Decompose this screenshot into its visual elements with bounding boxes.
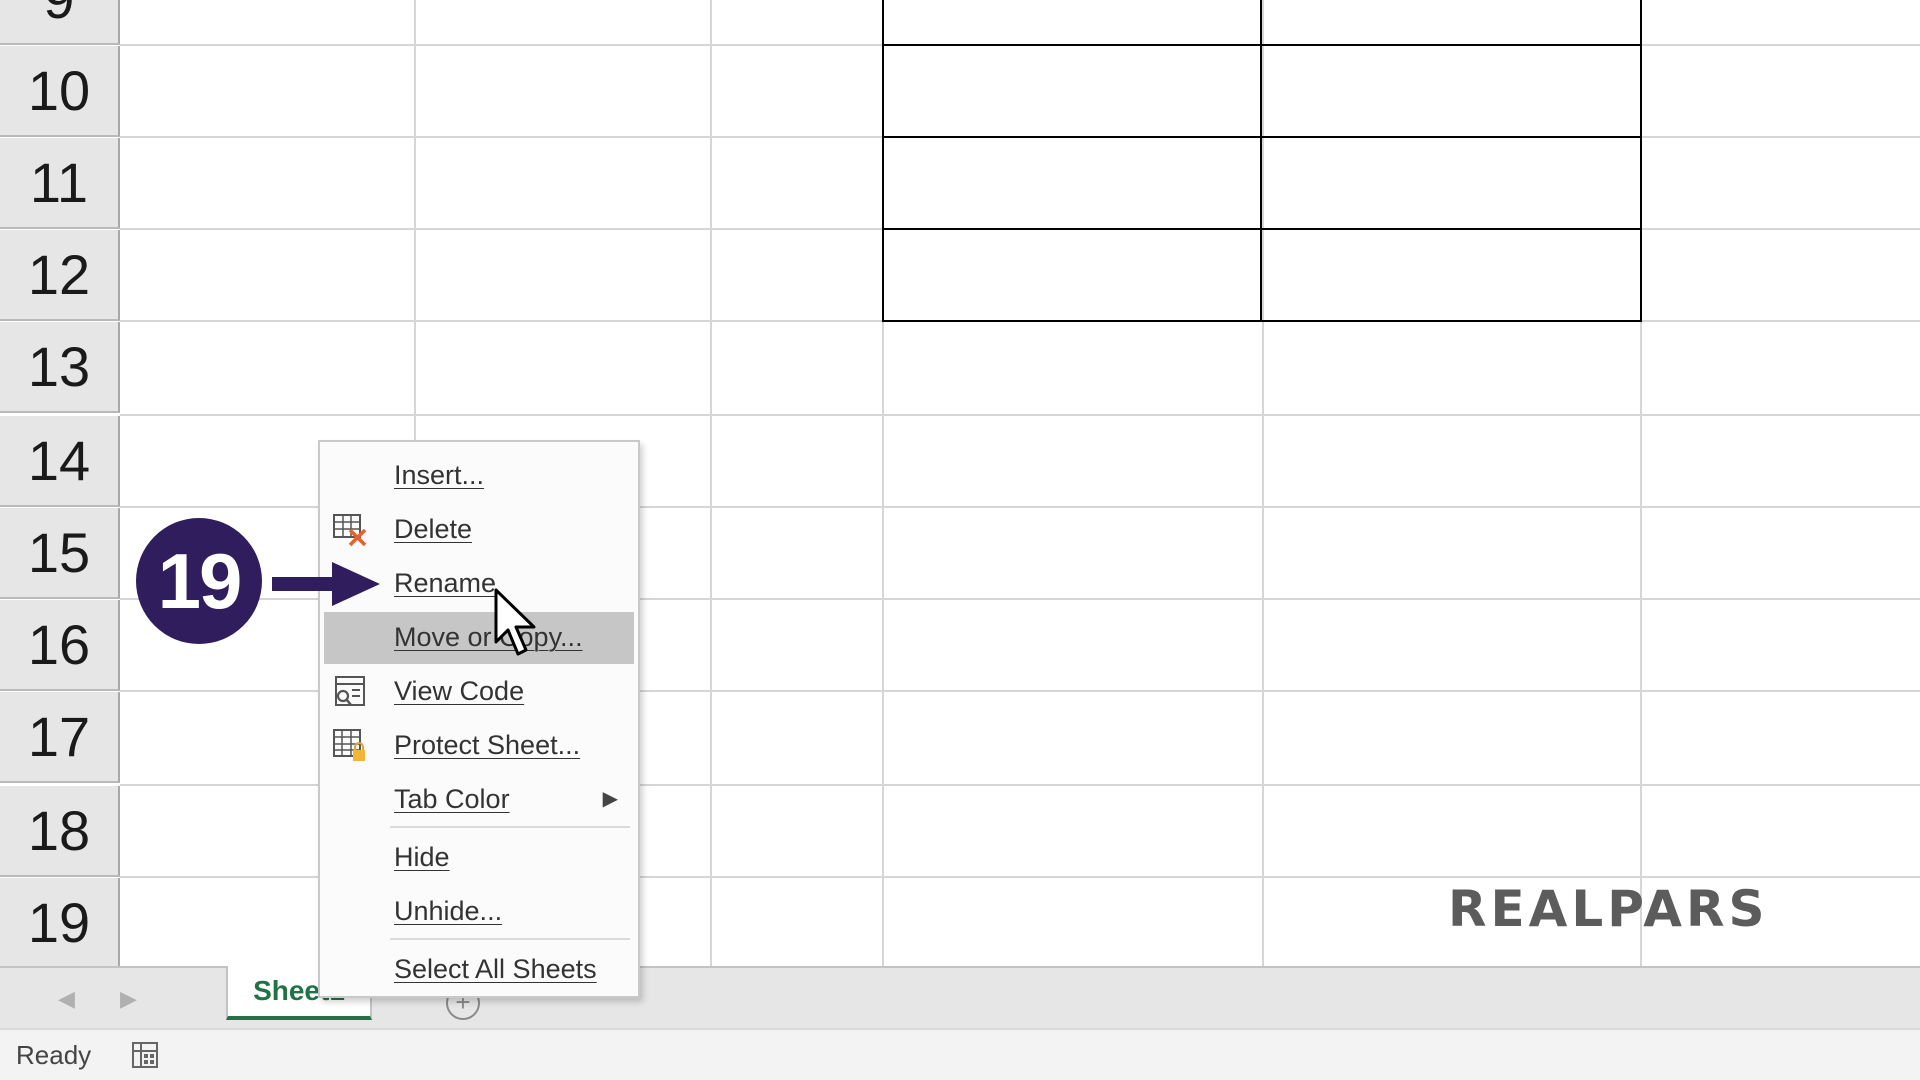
status-text: Ready	[16, 1040, 92, 1070]
scroll-tabs-right-icon[interactable]: ▶	[120, 986, 137, 1012]
column-gridline	[710, 0, 712, 966]
row-number: 9	[43, 0, 74, 31]
row-header-19[interactable]: 19	[0, 878, 120, 966]
menu-item-hide[interactable]: Hide	[324, 832, 634, 884]
protect-sheet-icon	[333, 729, 365, 761]
macro-record-icon[interactable]	[130, 1040, 160, 1070]
status-bar: Ready	[0, 1028, 1920, 1080]
delete-sheet-icon	[333, 514, 367, 547]
menu-item-label: Unhide...	[394, 896, 503, 926]
bordered-cell[interactable]	[882, 228, 1262, 322]
menu-item-move-or-copy[interactable]: Move or Copy...	[324, 612, 634, 664]
row-header-18[interactable]: 18	[0, 786, 120, 877]
menu-item-insert[interactable]: Insert...	[324, 450, 634, 502]
row-number: 14	[27, 429, 91, 492]
menu-separator	[390, 938, 630, 940]
sheet-context-menu: Insert... Delete Rename Move or Copy... …	[318, 440, 640, 998]
menu-item-view-code[interactable]: View Code	[324, 666, 634, 718]
view-code-icon	[335, 676, 365, 706]
row-header-14[interactable]: 14	[0, 416, 120, 507]
menu-item-label: Delete	[394, 514, 473, 544]
row-number: 17	[27, 705, 91, 768]
bordered-cell[interactable]	[1260, 228, 1642, 322]
menu-item-label: Hide	[394, 842, 450, 872]
row-header-17[interactable]: 17	[0, 692, 120, 783]
menu-item-delete[interactable]: Delete	[324, 504, 634, 556]
row-number: 10	[27, 59, 91, 122]
row-number: 11	[29, 151, 89, 214]
row-header-13[interactable]: 13	[0, 322, 120, 413]
menu-item-unhide[interactable]: Unhide...	[324, 886, 634, 938]
realpars-logo: REALPARS	[1448, 880, 1768, 938]
row-header-12[interactable]: 12	[0, 230, 120, 321]
row-number: 18	[27, 799, 91, 862]
menu-item-label: Select All Sheets	[394, 954, 597, 984]
row-header-16[interactable]: 16	[0, 600, 120, 691]
menu-item-label: Tab Color	[394, 784, 510, 814]
menu-item-label: Rename	[394, 568, 497, 598]
bordered-cell[interactable]	[1260, 0, 1642, 46]
menu-separator	[390, 826, 630, 828]
row-number: 12	[27, 243, 91, 306]
menu-item-select-all-sheets[interactable]: Select All Sheets	[324, 944, 634, 996]
sheet-tab-bar: ◀ ▶ Sheet1 +	[0, 966, 1920, 1028]
mouse-cursor-icon	[494, 588, 536, 656]
row-gridline	[120, 414, 1920, 416]
row-number: 16	[27, 613, 91, 676]
bordered-cell[interactable]	[1260, 136, 1642, 230]
row-header-11[interactable]: 11	[0, 138, 120, 229]
bordered-cell[interactable]	[882, 0, 1262, 46]
row-header-10[interactable]: 10	[0, 46, 120, 137]
bordered-cell[interactable]	[882, 44, 1262, 138]
menu-item-tab-color[interactable]: Tab Color ▶	[324, 774, 634, 826]
row-number: 19	[27, 891, 91, 954]
step-number: 19	[157, 536, 243, 625]
menu-item-label: Move or Copy...	[394, 622, 583, 652]
row-header-15[interactable]: 15	[0, 508, 120, 599]
menu-item-label: Insert...	[394, 460, 485, 490]
worksheet-grid[interactable]: 9 10 11 12 13 14 15 16 17 18 19	[0, 0, 1920, 966]
bordered-cell[interactable]	[882, 136, 1262, 230]
step-number-badge: 19	[136, 518, 262, 644]
bordered-cell[interactable]	[1260, 44, 1642, 138]
scroll-tabs-left-icon[interactable]: ◀	[58, 986, 75, 1012]
logo-text: REALPARS	[1448, 880, 1769, 938]
menu-item-protect-sheet[interactable]: Protect Sheet...	[324, 720, 634, 772]
row-number: 13	[27, 335, 91, 398]
submenu-arrow-icon: ▶	[602, 788, 618, 810]
menu-item-label: View Code	[394, 676, 525, 706]
pointer-arrow-icon	[272, 562, 380, 606]
menu-item-label: Protect Sheet...	[394, 730, 581, 760]
row-number: 15	[27, 521, 91, 584]
row-header-9[interactable]: 9	[0, 0, 120, 45]
